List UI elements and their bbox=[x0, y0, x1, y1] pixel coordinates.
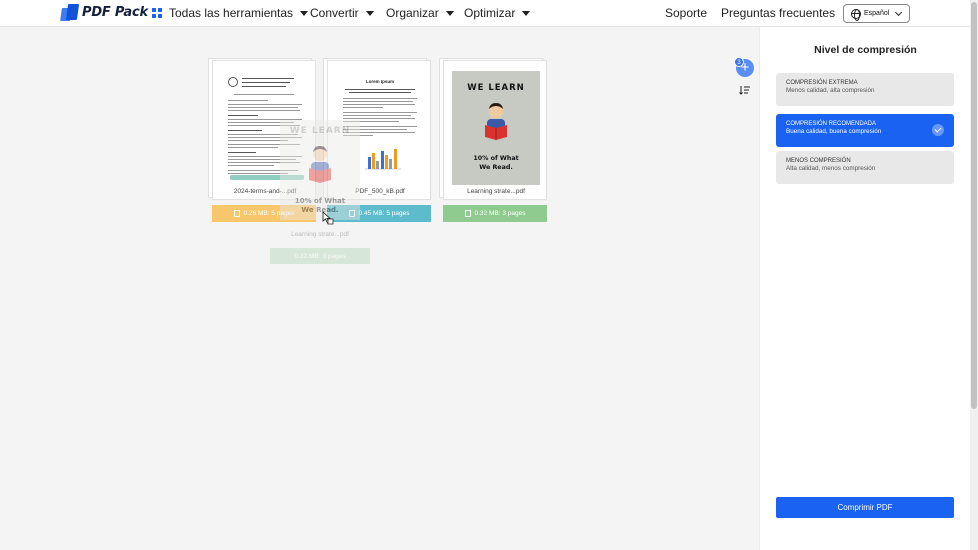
option-less-compression[interactable]: MENOS COMPRESIÓN Alta calidad, menos com… bbox=[776, 151, 954, 184]
file-count-badge: 3 bbox=[734, 57, 744, 67]
page-scrollbar[interactable] bbox=[970, 0, 978, 550]
option-subtitle: Menos calidad, alta compresión bbox=[786, 87, 875, 94]
file-preview: WE LEARN 10% of What We Read. Learning s… bbox=[443, 60, 547, 200]
language-selector[interactable]: Español bbox=[843, 4, 910, 23]
option-title: COMPRESIÓN RECOMENDADA bbox=[786, 121, 877, 127]
nav-convert[interactable]: Convertir bbox=[310, 6, 374, 20]
ghost-file-info: 0.32 MB: 3 pages bbox=[270, 248, 370, 264]
file-info: 0.32 MB: 3 pages bbox=[474, 210, 526, 217]
nav-organize[interactable]: Organizar bbox=[386, 6, 454, 20]
language-label: Español bbox=[864, 10, 890, 17]
ghost-heading: WE LEARN bbox=[289, 126, 351, 136]
option-title: MENOS COMPRESIÓN bbox=[786, 158, 851, 164]
sort-icon[interactable] bbox=[739, 84, 751, 96]
nav-support[interactable]: Soporte bbox=[665, 6, 707, 20]
globe-icon bbox=[851, 8, 861, 21]
scrollbar-thumb[interactable] bbox=[971, 2, 977, 409]
file-info-tag[interactable]: 0.32 MB: 3 pages bbox=[443, 205, 547, 222]
cursor-icon bbox=[322, 211, 334, 225]
caret-down-icon bbox=[365, 10, 374, 16]
option-recommended-compression[interactable]: COMPRESIÓN RECOMENDADA Buena calidad, bu… bbox=[776, 114, 954, 147]
chevron-down-icon bbox=[895, 8, 903, 16]
nav-support-label: Soporte bbox=[665, 6, 708, 20]
trash-icon[interactable] bbox=[233, 210, 240, 217]
compress-pdf-button[interactable]: Comprimir PDF bbox=[776, 497, 954, 518]
poster-line-2: We Read. bbox=[479, 164, 513, 171]
option-subtitle: Alta calidad, menos compresión bbox=[786, 165, 876, 172]
drag-ghost-card: WE LEARN 10% of What We Read. Learning s… bbox=[270, 120, 370, 268]
trash-icon[interactable] bbox=[464, 210, 471, 217]
ghost-file-name: Learning strate...pdf bbox=[291, 231, 349, 238]
poster: WE LEARN 10% of What We Read. bbox=[452, 71, 540, 185]
poster-heading: WE LEARN bbox=[467, 83, 525, 93]
logo-text: PDF Pack bbox=[82, 5, 148, 20]
grid-icon bbox=[152, 8, 162, 18]
preview-heading: Lorem Ipsum bbox=[365, 79, 395, 84]
nav-optimize-label: Optimizar bbox=[464, 6, 516, 20]
nav-convert-label: Convertir bbox=[310, 6, 359, 20]
top-header: PDF Pack Todas las herramientas Converti… bbox=[0, 0, 970, 27]
caret-down-icon bbox=[300, 10, 309, 16]
nav-faq-label: Preguntas frecuentes bbox=[721, 6, 836, 20]
caret-down-icon bbox=[522, 10, 531, 16]
nav-optimize[interactable]: Optimizar bbox=[464, 6, 531, 20]
nav-all-tools-label: Todas las herramientas bbox=[169, 6, 294, 20]
option-title: COMPRESIÓN EXTREMA bbox=[786, 80, 858, 86]
compression-panel: Nivel de compresión COMPRESIÓN EXTREMA M… bbox=[759, 27, 970, 550]
caret-down-icon bbox=[445, 10, 454, 16]
file-name: Learning strate...pdf bbox=[467, 188, 525, 195]
reading-child-illustration bbox=[309, 146, 331, 183]
ghost-line-1: 10% of What bbox=[294, 197, 346, 205]
reading-child-illustration bbox=[485, 103, 507, 140]
option-subtitle: Buena calidad, buena compresión bbox=[786, 128, 882, 135]
panel-title: Nivel de compresión bbox=[814, 44, 917, 56]
nav-all-tools[interactable]: Todas las herramientas bbox=[152, 6, 309, 20]
app-logo[interactable]: PDF Pack bbox=[60, 4, 148, 21]
poster-line-1: 10% of What bbox=[473, 155, 519, 162]
ghost-line-2: We Read. bbox=[301, 206, 339, 214]
nav-organize-label: Organizar bbox=[386, 6, 439, 20]
poster-thumbnail: WE LEARN 10% of What We Read. bbox=[452, 71, 540, 185]
option-extreme-compression[interactable]: COMPRESIÓN EXTREMA Menos calidad, alta c… bbox=[776, 73, 954, 106]
app-logo-icon bbox=[60, 4, 80, 21]
nav-faq[interactable]: Preguntas frecuentes bbox=[721, 6, 835, 20]
check-icon bbox=[932, 124, 944, 136]
file-card[interactable]: WE LEARN 10% of What We Read. Learning s… bbox=[439, 58, 547, 222]
